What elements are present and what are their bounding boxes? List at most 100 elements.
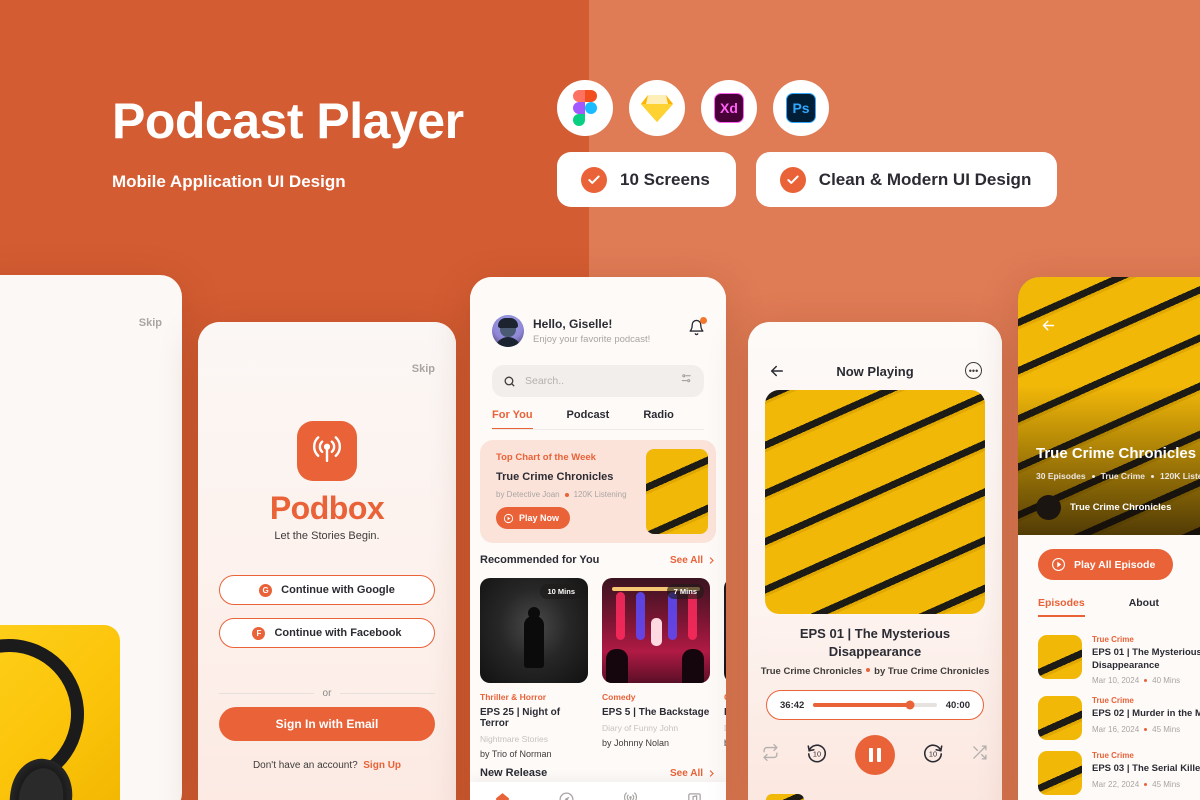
- top-chart-thumbnail: [646, 449, 708, 534]
- tab-radio[interactable]: Radio: [643, 409, 674, 430]
- card-title: EPS 25 | Night of Terror: [480, 707, 561, 729]
- play-icon: [503, 513, 514, 523]
- episode-row[interactable]: True Crime EPS 02 | Murder in the Ma Mar…: [1038, 696, 1200, 741]
- player-artwork: [765, 390, 985, 614]
- phone-onboarding-screen: Skip Embark on Your Podcast Adventure Di…: [0, 275, 182, 800]
- play-icon: [1052, 558, 1065, 571]
- nav-broadcast-icon[interactable]: [622, 791, 639, 800]
- badge-design: Clean & Modern UI Design: [755, 152, 1058, 207]
- new-release-header: New Release See All: [480, 767, 716, 779]
- total-time: 40:00: [945, 699, 970, 711]
- episode-title: EPS 01 | The Mysterious Disappearance: [1092, 647, 1200, 671]
- card-thumbnail: 10 Mins: [480, 578, 588, 683]
- top-chart-card[interactable]: Top Chart of the Week True Crime Chronic…: [480, 440, 716, 543]
- episode-thumbnail: [1038, 635, 1082, 679]
- recommended-card[interactable]: 10 Mins Thriller & Horror EPS 25 | Night…: [480, 578, 588, 759]
- new-release-see-all[interactable]: See All: [670, 768, 716, 779]
- player-author: by True Crime Chronicles: [874, 666, 990, 677]
- phone-home-screen: Hello, Giselle! Enjoy your favorite podc…: [470, 277, 726, 800]
- card-thumbnail: [724, 578, 726, 683]
- nav-library-icon[interactable]: [686, 791, 703, 800]
- notification-dot: [700, 317, 707, 324]
- episode-date: Mar 10, 2024: [1092, 676, 1140, 686]
- rewind-10-icon[interactable]: 10: [806, 742, 828, 769]
- tab-episodes[interactable]: Episodes: [1038, 597, 1085, 617]
- sign-in-with-email-button[interactable]: Sign In with Email: [219, 707, 435, 741]
- avatar[interactable]: [492, 315, 524, 347]
- next-episode-row[interactable]: Next Episode: [766, 794, 873, 800]
- card-duration: 10 Mins: [540, 584, 582, 599]
- tab-about[interactable]: About: [1129, 597, 1159, 617]
- detail-episode-count: 30 Episodes: [1036, 471, 1086, 481]
- search-placeholder: Search..: [525, 375, 565, 387]
- recommended-see-all[interactable]: See All: [670, 555, 716, 566]
- forward-10-icon[interactable]: 10: [922, 742, 944, 769]
- home-tabs: For You Podcast Radio: [492, 409, 704, 430]
- figma-icon: [557, 80, 613, 136]
- notification-bell-icon[interactable]: [688, 317, 707, 341]
- episode-row[interactable]: True Crime EPS 01 | The Mysterious Disap…: [1038, 635, 1200, 685]
- episode-meta: Mar 10, 2024 40 Mins: [1092, 676, 1200, 685]
- continue-with-facebook-button[interactable]: F Continue with Facebook: [219, 618, 435, 648]
- tabs-divider: [492, 429, 704, 430]
- phone-login-screen: Skip Podbox Let the Stories Begin. G Con…: [198, 322, 456, 800]
- detail-title: True Crime Chronicles: [1036, 445, 1197, 462]
- current-time: 36:42: [780, 699, 805, 711]
- top-chart-kicker: Top Chart of the Week: [496, 452, 596, 463]
- recommended-header: Recommended for You See All: [480, 554, 716, 566]
- greeting-title: Hello, Giselle!: [533, 317, 613, 331]
- page-subtitle: Mobile Application UI Design: [112, 172, 346, 191]
- brand-name: Podbox: [269, 490, 385, 526]
- play-now-label: Play Now: [519, 513, 560, 523]
- badge-screens-label: 10 Screens: [620, 169, 710, 189]
- nav-home-icon[interactable]: [494, 791, 511, 800]
- card-title: EPS 5 | The Backstage: [602, 707, 710, 718]
- continue-with-google-button[interactable]: G Continue with Google: [219, 575, 435, 605]
- card-category: Comedy: [602, 692, 636, 702]
- tab-podcast[interactable]: Podcast: [567, 409, 610, 430]
- skip-button[interactable]: Skip: [412, 363, 435, 375]
- facebook-button-label: Continue with Facebook: [274, 627, 402, 639]
- episode-date: Mar 16, 2024: [1092, 724, 1140, 734]
- detail-tabs: Episodes About: [1038, 597, 1159, 617]
- tool-icon-row: Xd Ps: [557, 80, 829, 136]
- search-input[interactable]: Search..: [492, 365, 704, 397]
- card-category: Thriller & Horror: [480, 692, 547, 702]
- tab-for-you[interactable]: For You: [492, 409, 533, 430]
- feature-badge-row: 10 Screens Clean & Modern UI Design: [557, 152, 1058, 207]
- episode-category: True Crime: [1092, 635, 1134, 644]
- top-chart-meta: by Detective Joan 120K Listening: [496, 490, 627, 499]
- bottom-navigation-bar: [470, 782, 726, 800]
- player-episode-title: EPS 01 | The Mysterious Disappearance: [799, 626, 951, 659]
- progress-track[interactable]: [813, 700, 937, 710]
- card-show: Di: [724, 723, 726, 733]
- progress-knob[interactable]: [905, 700, 915, 710]
- greeting-subtitle: Enjoy your favorite podcast!: [533, 334, 651, 345]
- episode-row[interactable]: True Crime EPS 03 | The Serial Killer N …: [1038, 751, 1200, 796]
- play-now-button[interactable]: Play Now: [496, 507, 571, 529]
- play-all-label: Play All Episode: [1074, 558, 1156, 571]
- card-author: by Johnny Nolan: [602, 738, 670, 748]
- new-release-heading: New Release: [480, 767, 548, 779]
- card-thumbnail: 7 Mins: [602, 578, 710, 683]
- filter-icon[interactable]: [680, 372, 693, 390]
- nav-compass-icon[interactable]: [558, 791, 575, 800]
- skip-button[interactable]: Skip: [139, 317, 162, 329]
- back-button[interactable]: [1040, 317, 1057, 339]
- recommended-card[interactable]: 7 Mins Comedy EPS 5 | The Backstage Diar…: [602, 578, 710, 759]
- play-all-episode-button[interactable]: Play All Episode: [1038, 549, 1174, 580]
- channel-name: True Crime Chronicles: [1070, 502, 1172, 513]
- repeat-icon[interactable]: [762, 744, 779, 766]
- more-options-button[interactable]: •••: [965, 362, 982, 379]
- photoshop-icon: Ps: [773, 80, 829, 136]
- shuffle-icon[interactable]: [971, 744, 988, 766]
- detail-channel[interactable]: True Crime Chronicles: [1036, 495, 1171, 520]
- episode-thumbnail: [1038, 696, 1082, 741]
- adobe-xd-icon: Xd: [701, 80, 757, 136]
- player-progress-bar[interactable]: 36:42 40:00: [766, 690, 984, 720]
- sign-up-link[interactable]: Sign Up: [363, 760, 401, 771]
- recommended-card[interactable]: Co EP Di by: [724, 578, 726, 759]
- badge-screens: 10 Screens: [557, 152, 736, 207]
- recommended-card-list: 10 Mins Thriller & Horror EPS 25 | Night…: [480, 578, 726, 759]
- pause-button[interactable]: [855, 735, 895, 775]
